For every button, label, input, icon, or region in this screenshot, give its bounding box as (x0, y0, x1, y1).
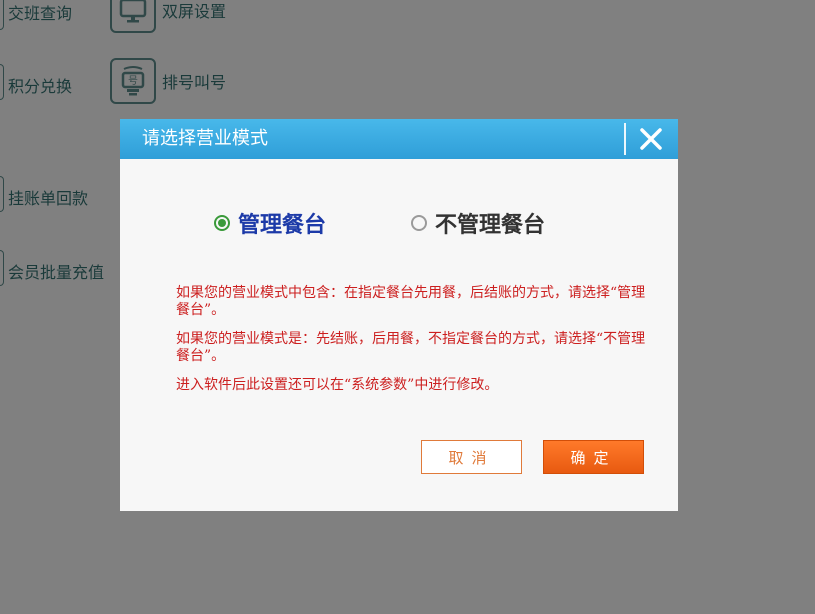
left-edge-tile (0, 250, 4, 286)
queue-ticket-icon: 号 (121, 66, 145, 96)
launcher-label: 积分兑换 (8, 77, 73, 96)
launcher-item-queue-call[interactable]: 号 排号叫号 (110, 58, 226, 104)
dialog-body: 管理餐台 不管理餐台 如果您的营业模式中包含：在指定餐台先用餐，后结账的方式，请… (120, 159, 678, 511)
explanation-line: 进入软件后此设置还可以在“系统参数”中进行修改。 (176, 377, 499, 393)
dialog-header: 请选择营业模式 (120, 119, 678, 159)
business-mode-dialog: 请选择营业模式 管理餐台 不管理餐台 如果您的营业模式中包含：在指定餐台先用餐，… (120, 119, 678, 511)
option-manage-tables[interactable]: 管理餐台 (214, 207, 326, 239)
confirm-button[interactable]: 确定 (543, 440, 644, 474)
left-edge-tile (0, 0, 4, 30)
close-icon (640, 128, 662, 150)
left-edge-tile (0, 64, 4, 100)
tile (110, 0, 156, 33)
dialog-title: 请选择营业模式 (142, 128, 268, 149)
option-label: 不管理餐台 (435, 212, 546, 238)
left-edge-tile (0, 176, 4, 212)
launcher-label: 交班查询 (8, 4, 73, 23)
explanation-line: 如果您的营业模式是：先结账，后用餐，不指定餐台的方式，请选择“不管理餐台”。 (176, 331, 646, 364)
option-no-table-management[interactable]: 不管理餐台 (411, 207, 545, 239)
cancel-button[interactable]: 取消 (421, 440, 522, 474)
launcher-item-shift-query[interactable]: 交班查询 (8, 0, 72, 24)
option-label: 管理餐台 (238, 212, 327, 238)
monitor-icon (119, 0, 147, 23)
launcher-item-points-exchange[interactable]: 积分兑换 (8, 73, 72, 97)
launcher-item-member-batch-recharge[interactable]: 会员批量充值 (8, 259, 104, 283)
mode-radio-group: 管理餐台 不管理餐台 (214, 207, 630, 239)
launcher-label: 排号叫号 (162, 73, 227, 92)
radio-selected-icon[interactable] (214, 215, 230, 231)
close-button[interactable] (624, 119, 678, 159)
explanation-line: 如果您的营业模式中包含：在指定餐台先用餐，后结账的方式，请选择“管理餐台”。 (176, 285, 646, 318)
launcher-label: 挂账单回款 (8, 189, 89, 208)
launcher-item-dual-screen[interactable]: 双屏设置 (110, 0, 226, 33)
tile: 号 (110, 58, 156, 104)
launcher-item-credit-repayment[interactable]: 挂账单回款 (8, 185, 88, 209)
svg-text:号: 号 (128, 75, 138, 87)
header-divider (624, 123, 626, 155)
launcher-label: 双屏设置 (162, 2, 227, 21)
mode-explanation: 如果您的营业模式中包含：在指定餐台先用餐，后结账的方式，请选择“管理餐台”。 如… (176, 285, 646, 406)
radio-unselected-icon[interactable] (411, 215, 428, 231)
launcher-label: 会员批量充值 (8, 263, 105, 282)
